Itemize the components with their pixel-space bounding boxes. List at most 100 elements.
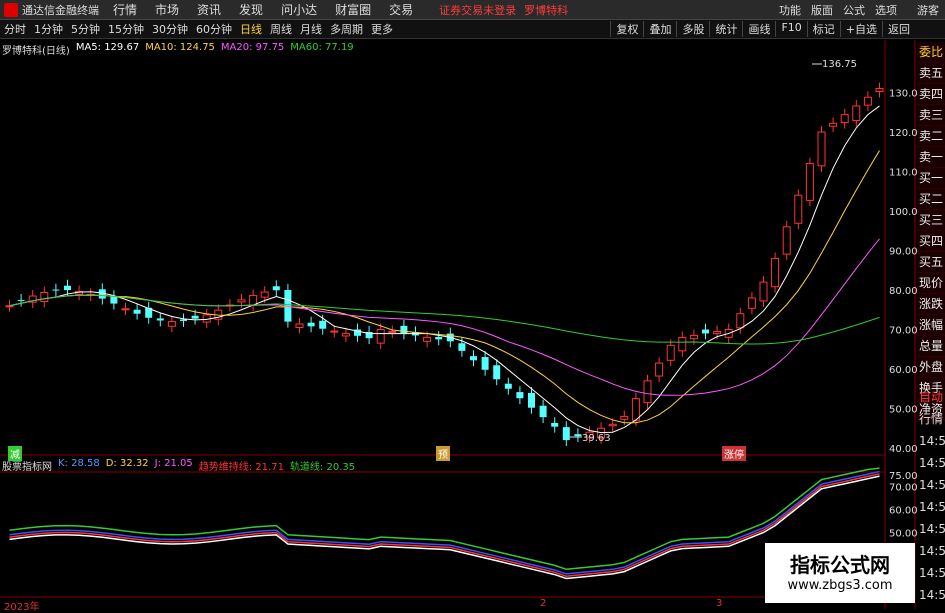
btn-back[interactable]: 返回 [882, 21, 915, 37]
tab-quotes[interactable]: 行情 [917, 408, 945, 430]
period-30min[interactable]: 30分钟 [152, 21, 188, 37]
candle-body [354, 329, 361, 336]
candle-body [829, 122, 838, 127]
candle-body [608, 423, 617, 427]
ma10-line [9, 150, 880, 424]
candle-body [307, 322, 315, 327]
candle-body [689, 334, 698, 340]
side-item: 买二 [917, 189, 945, 210]
candle-body [782, 226, 791, 255]
candle-body [620, 415, 629, 420]
candle-body [341, 332, 350, 337]
period-15min[interactable]: 15分钟 [108, 21, 144, 37]
side-item: 涨幅 [917, 315, 945, 336]
period-1min[interactable]: 1分钟 [34, 21, 63, 37]
x-label-feb: 2 [540, 598, 547, 609]
candle-body [713, 330, 722, 335]
candle-body [597, 427, 606, 439]
period-5min[interactable]: 5分钟 [71, 21, 100, 37]
candle-body [319, 320, 327, 329]
login-status[interactable]: 证券交易未登录 [439, 2, 516, 18]
candle-body [272, 286, 280, 291]
period-more[interactable]: 更多 [371, 21, 393, 37]
candle-body [747, 297, 756, 309]
side-item: 买三 [917, 210, 945, 231]
btn-add-fav[interactable]: +自选 [839, 21, 882, 37]
price-tick-label: 70.00 [889, 326, 918, 337]
btn-f10[interactable]: F10 [775, 21, 806, 37]
side-item: 委比 [917, 42, 945, 63]
menu-item-trade[interactable]: 交易 [389, 1, 413, 18]
candle-body [98, 289, 106, 299]
menu-item-market[interactable]: 市场 [155, 1, 179, 18]
indicator-tick-label: 75.00 [889, 471, 918, 482]
period-multi[interactable]: 多周期 [330, 21, 363, 37]
indicator-tick-label: 50.00 [889, 529, 918, 540]
price-tick-label: 80.00 [889, 286, 918, 297]
candle-body [666, 344, 675, 361]
period-weekly[interactable]: 周线 [270, 21, 292, 37]
indicator-tick-label: 60.00 [889, 506, 918, 517]
side-time: 14:50 [919, 456, 945, 470]
candle-body [376, 329, 385, 344]
candle-body [330, 330, 339, 333]
menu-item-wealth[interactable]: 财富圈 [335, 1, 371, 18]
menu-guest[interactable]: 游客 [917, 2, 939, 18]
candle-body [110, 296, 118, 304]
menu-item-ask[interactable]: 问小达 [281, 1, 317, 18]
side-item: 涨跌 [917, 294, 945, 315]
btn-adjust[interactable]: 复权 [610, 21, 643, 37]
candle-body [423, 336, 432, 342]
chart-title: 罗博特科(日线) [2, 46, 70, 57]
btn-draw[interactable]: 画线 [742, 21, 775, 37]
menubar: 通达信金融终端 行情 市场 资讯 发现 问小达 财富圈 交易 证券交易未登录 罗… [0, 0, 945, 20]
btn-mark[interactable]: 标记 [806, 21, 840, 37]
candle-body [435, 336, 443, 340]
trend-line [9, 473, 880, 577]
btn-stats[interactable]: 统计 [709, 21, 742, 37]
candle-body [202, 314, 211, 323]
period-tick[interactable]: 分时 [4, 21, 26, 37]
x-label-year: 2023年 [4, 602, 40, 613]
ma10-value: MA10: 124.75 [145, 42, 215, 53]
watermark-title: 指标公式网 [790, 553, 890, 577]
menu-item-discover[interactable]: 发现 [239, 1, 263, 18]
candle-body [678, 336, 687, 352]
candle-body [167, 321, 176, 327]
ind-d: D: 32.32 [105, 458, 149, 469]
price-tick-label: 50.00 [889, 405, 918, 416]
candle-body [771, 257, 780, 288]
indicator-name: 股票指标网 [2, 462, 52, 473]
side-time: 14:50 [919, 478, 945, 492]
menu-formula[interactable]: 公式 [843, 2, 865, 18]
candle-body [446, 333, 454, 342]
candle-body [86, 293, 95, 296]
menu-options[interactable]: 选项 [875, 2, 897, 18]
watermark: 指标公式网 www.zbgs3.com [765, 543, 915, 603]
side-item: 卖一 [917, 147, 945, 168]
btn-overlay[interactable]: 叠加 [643, 21, 676, 37]
menu-layout[interactable]: 版面 [811, 2, 833, 18]
btn-multi[interactable]: 多股 [676, 21, 709, 37]
indicator-legend: 股票指标网 K: 28.58 D: 32.32 J: 21.05 趋势维持线: … [2, 458, 355, 473]
side-item: 现价 [917, 273, 945, 294]
candle-body [400, 325, 408, 334]
candle-body [121, 308, 130, 311]
side-item: 买一 [917, 168, 945, 189]
marker-forecast: 预 [436, 446, 450, 461]
candle-body [145, 307, 153, 318]
ma5-line [9, 105, 880, 434]
candle-body [643, 380, 652, 404]
ma5-value: MA5: 129.67 [75, 42, 140, 53]
menu-item-news[interactable]: 资讯 [197, 1, 221, 18]
menu-item-quotes[interactable]: 行情 [113, 1, 137, 18]
candle-body [702, 329, 709, 334]
period-monthly[interactable]: 月线 [300, 21, 322, 37]
candle-body [724, 329, 733, 338]
side-time: 14:50 [919, 544, 945, 558]
menu-function[interactable]: 功能 [779, 2, 801, 18]
tab-auto[interactable]: 自动 [917, 386, 945, 408]
candlestick-chart[interactable]: 130.00120.00110.00100.0090.0080.0070.006… [0, 0, 945, 609]
period-daily[interactable]: 日线 [240, 21, 262, 37]
period-60min[interactable]: 60分钟 [196, 21, 232, 37]
